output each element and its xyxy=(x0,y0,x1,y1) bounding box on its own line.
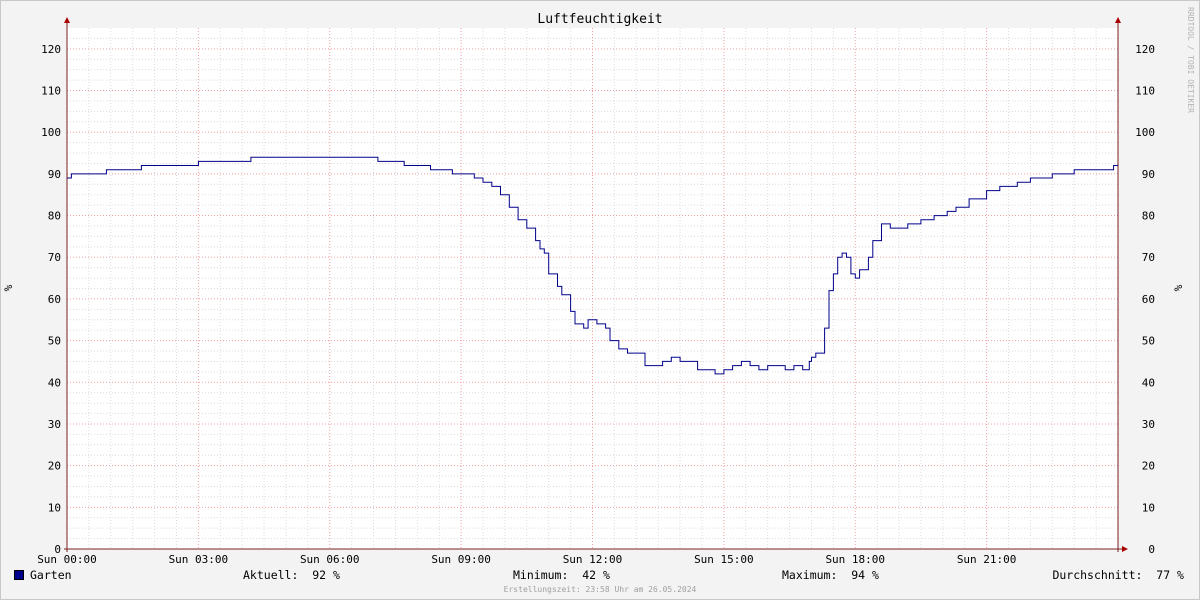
x-tick-label: Sun 00:00 xyxy=(37,553,97,566)
y-tick-label-right: 30 xyxy=(1142,418,1155,431)
x-tick-label: Sun 03:00 xyxy=(169,553,229,566)
y-tick-label-right: 120 xyxy=(1135,43,1155,56)
x-tick-label: Sun 12:00 xyxy=(563,553,623,566)
y-axis-label-right: % xyxy=(1172,284,1185,291)
y-tick-label-right: 20 xyxy=(1142,460,1155,473)
y-tick-label-left: 20 xyxy=(48,460,61,473)
x-tick-label: Sun 15:00 xyxy=(694,553,754,566)
x-ticks: Sun 00:00 Sun 03:00 Sun 06:00 Sun 09:00 Sun … xyxy=(37,553,1016,566)
x-axis-arrow xyxy=(1122,546,1128,552)
humidity-chart: 0 10 20 30 40 50 60 70 80 90 100 110 120 0 10 20 30 40 50… xyxy=(2,7,1195,566)
x-tick-label: Sun 06:00 xyxy=(300,553,360,566)
y-tick-label-left: 30 xyxy=(48,418,61,431)
y-tick-label-right: 110 xyxy=(1135,85,1155,98)
y-tick-label-right: 60 xyxy=(1142,293,1155,306)
y-tick-label-right: 50 xyxy=(1142,335,1155,348)
legend-swatch-garten xyxy=(14,570,24,580)
y-tick-label-right: 90 xyxy=(1142,168,1155,181)
y-tick-label-right: 0 xyxy=(1148,543,1155,556)
y-tick-label-left: 10 xyxy=(48,501,61,514)
y-ticks-right: 0 10 20 30 40 50 60 70 80 90 100 110 120 xyxy=(1135,43,1155,556)
y-tick-label-left: 90 xyxy=(48,168,61,181)
y-tick-label-right: 100 xyxy=(1135,126,1155,139)
y-tick-label-left: 110 xyxy=(41,85,61,98)
y-tick-label-left: 120 xyxy=(41,43,61,56)
y-tick-label-left: 70 xyxy=(48,251,61,264)
y-tick-label-right: 40 xyxy=(1142,376,1155,389)
legend-maximum: Maximum: 94 % xyxy=(782,568,879,582)
y-tick-label-right: 10 xyxy=(1142,501,1155,514)
y-tick-label-right: 70 xyxy=(1142,251,1155,264)
legend-series-name: Garten xyxy=(30,568,72,582)
y-ticks-left: 0102030405060708090100110120 xyxy=(41,43,61,556)
vendor-watermark: RRDTOOL / TOBI OETIKER xyxy=(1186,7,1195,113)
x-tick-label: Sun 21:00 xyxy=(957,553,1017,566)
chart-title: Luftfeuchtigkeit xyxy=(537,12,662,27)
y-tick-label-left: 80 xyxy=(48,210,61,223)
y-tick-label-left: 60 xyxy=(48,293,61,306)
y-tick-label-right: 80 xyxy=(1142,210,1155,223)
y-tick-label-left: 50 xyxy=(48,335,61,348)
legend-minimum: Minimum: 42 % xyxy=(513,568,610,582)
legend-current: Aktuell: 92 % xyxy=(243,568,340,582)
y-tick-label-left: 40 xyxy=(48,376,61,389)
footer-timestamp: Erstellungszeit: 23:58 Uhr am 26.05.2024 xyxy=(503,585,697,594)
y-axis-arrow-left xyxy=(64,17,70,23)
x-tick-label: Sun 09:00 xyxy=(431,553,491,566)
legend-average: Durchschnitt: 77 % xyxy=(1052,568,1184,582)
y-axis-label-left: % xyxy=(2,284,15,291)
y-axis-arrow-right xyxy=(1115,17,1121,23)
y-tick-label-left: 100 xyxy=(41,126,61,139)
x-tick-label: Sun 18:00 xyxy=(825,553,885,566)
